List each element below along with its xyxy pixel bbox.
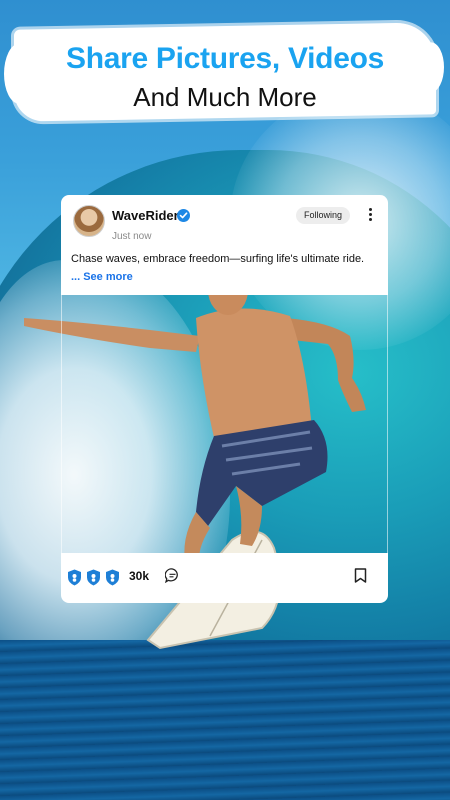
post-username[interactable]: WaveRider: [112, 208, 179, 223]
shield-badge-icon: [87, 569, 100, 586]
shield-badge-icon: [106, 569, 119, 586]
post-caption: Chase waves, embrace freedom—surfing lif…: [71, 253, 365, 265]
post-media[interactable]: [61, 295, 388, 553]
headline-subtitle: And Much More: [133, 82, 317, 112]
post-timestamp: Just now: [112, 231, 152, 242]
verified-badge-icon: [177, 209, 190, 222]
post-header: WaveRider Just now Following Chase waves…: [61, 195, 388, 295]
more-vertical-icon[interactable]: [365, 206, 375, 224]
see-more-link[interactable]: ... See more: [71, 271, 133, 283]
comment-icon[interactable]: [165, 568, 180, 583]
avatar[interactable]: [73, 205, 105, 237]
post-actions: 30k: [61, 553, 388, 603]
headline-title: Share Pictures, Videos: [66, 42, 384, 75]
shield-badge-icon: [68, 569, 81, 586]
post-card: WaveRider Just now Following Chase waves…: [61, 195, 388, 603]
like-count: 30k: [129, 569, 150, 583]
following-button[interactable]: Following: [296, 207, 351, 224]
bookmark-icon[interactable]: [354, 568, 367, 583]
